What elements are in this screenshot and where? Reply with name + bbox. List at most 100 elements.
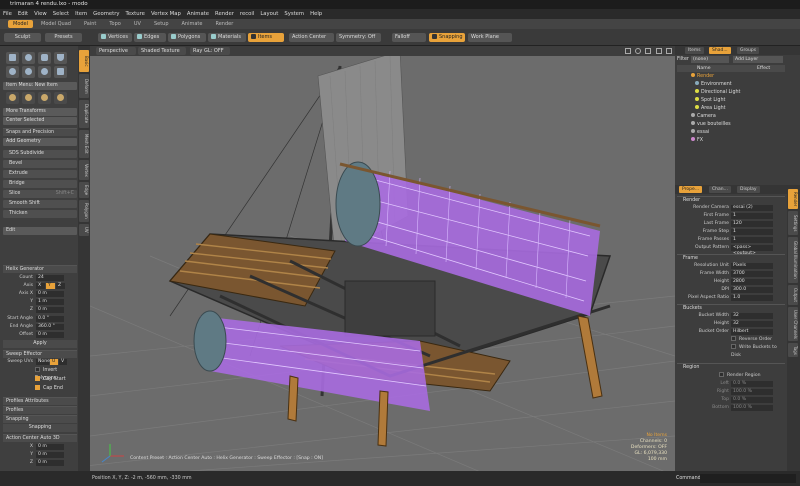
tab-render[interactable]: Render <box>210 20 238 28</box>
add-geometry-dropdown[interactable]: Add Geometry <box>3 138 77 146</box>
tree-vue-bouteilles[interactable]: vue bouteilles <box>677 121 785 128</box>
viewport-settings-icon[interactable] <box>666 48 672 54</box>
rotate-tool[interactable] <box>22 92 35 104</box>
axis-x-button[interactable]: X <box>36 283 45 289</box>
tab-properties[interactable]: Prope... <box>679 186 703 193</box>
edges-button[interactable]: Edges <box>134 33 166 42</box>
frame-step-input[interactable]: 1 <box>731 229 773 235</box>
falloff-dropdown[interactable]: Falloff <box>392 33 426 42</box>
menu-view[interactable]: View <box>34 11 47 17</box>
move-tool[interactable] <box>6 92 19 104</box>
frame-height-input[interactable]: 2800 <box>731 279 773 285</box>
buckets-section[interactable]: Buckets <box>677 304 785 312</box>
write-buckets-checkbox[interactable]: Write Buckets to Disk <box>677 344 787 358</box>
resolution-unit-dropdown[interactable]: Pixels <box>731 263 773 269</box>
ray-gl-dropdown[interactable]: Ray GL: OFF <box>190 47 230 55</box>
last-frame-input[interactable]: 120 <box>731 221 773 227</box>
ellipsoid-tool[interactable] <box>38 66 51 78</box>
output-pattern-input[interactable]: <pass> <output> <box>731 245 773 256</box>
sweep-uvs-v[interactable]: V <box>59 359 67 365</box>
presets-button[interactable]: Presets <box>45 33 82 42</box>
vtab-render[interactable]: Render <box>788 189 798 209</box>
ac-x-input[interactable]: 0 m <box>36 444 64 450</box>
vtab-mesh-edit[interactable]: Mesh Edit <box>79 130 89 158</box>
tree-spot-light[interactable]: Spot Light <box>677 97 785 104</box>
vtab-uv[interactable]: UV <box>79 224 89 236</box>
add-layer-dropdown[interactable]: Add Layer <box>733 56 783 63</box>
viewport-rotate-icon[interactable] <box>645 48 651 54</box>
region-top-input[interactable]: 0.0 % <box>731 397 773 403</box>
center-selected-dropdown[interactable]: Center Selected <box>3 117 77 125</box>
axis-z-input[interactable]: 0 m <box>36 307 64 313</box>
sds-subdivide-button[interactable]: SDS Subdivide <box>3 150 77 158</box>
capsule-tool[interactable] <box>22 66 35 78</box>
viewport-fit-icon[interactable] <box>635 48 641 54</box>
symmetry-dropdown[interactable]: Symmetry: Off <box>336 33 381 42</box>
dpi-input[interactable]: 300.0 <box>731 287 773 293</box>
torus-tool[interactable] <box>6 66 19 78</box>
vtab-user-channels[interactable]: User Channels <box>788 307 798 341</box>
tab-channels[interactable]: Chan... <box>709 186 731 193</box>
snapping-toggle[interactable]: Snapping <box>429 33 465 42</box>
menu-animate[interactable]: Animate <box>187 11 209 17</box>
tab-model-quad[interactable]: Model Quad <box>36 20 76 28</box>
menu-recoil[interactable]: recoil <box>240 11 254 17</box>
reverse-order-checkbox[interactable]: Reverse Order <box>677 336 787 344</box>
cone-tool[interactable] <box>54 52 67 64</box>
ac-z-input[interactable]: 0 m <box>36 460 64 466</box>
smooth-shift-button[interactable]: Smooth Shift <box>3 200 77 208</box>
transform-tool[interactable] <box>54 92 67 104</box>
wedge-tool[interactable] <box>54 66 67 78</box>
snapping-panel-button[interactable]: Snapping <box>3 424 77 432</box>
sculpt-button[interactable]: Sculpt <box>4 33 41 42</box>
invert-polygons-checkbox[interactable]: Invert Polygons <box>3 367 77 381</box>
menu-geometry[interactable]: Geometry <box>93 11 119 17</box>
bucket-order-dropdown[interactable]: Hilbert <box>731 329 773 335</box>
apply-button[interactable]: Apply <box>3 340 77 348</box>
offset-input[interactable]: 0 m <box>36 332 64 338</box>
menu-file[interactable]: File <box>3 11 12 17</box>
tree-environment[interactable]: Environment <box>677 81 785 88</box>
3d-viewport[interactable]: No Items Channels: 0 Deformers: OFF GL: … <box>90 56 675 471</box>
vtab-deform[interactable]: Deform <box>79 74 89 98</box>
menu-texture[interactable]: Texture <box>126 11 145 17</box>
start-angle-input[interactable]: 0.0 ° <box>36 316 64 322</box>
work-plane-dropdown[interactable]: Work Plane <box>468 33 512 42</box>
tab-paint[interactable]: Paint <box>79 20 101 28</box>
tab-uv[interactable]: UV <box>129 20 146 28</box>
profiles-attributes-header[interactable]: Profiles Attributes <box>3 397 77 405</box>
tree-camera[interactable]: Camera <box>677 113 785 120</box>
tab-topo[interactable]: Topo <box>104 20 126 28</box>
sweep-uvs-none[interactable]: None <box>36 359 50 365</box>
vtab-basic[interactable]: Basic <box>79 50 89 72</box>
tree-fx[interactable]: FX <box>677 137 785 144</box>
axis-z-button[interactable]: Z <box>56 283 65 289</box>
axis-x-input[interactable]: 0 m <box>36 291 64 297</box>
vtab-duplicate[interactable]: Duplicate <box>79 100 89 128</box>
action-center-header[interactable]: Action Center Auto 3D <box>3 434 77 442</box>
perspective-dropdown[interactable]: Perspective <box>96 47 136 55</box>
render-section[interactable]: Render <box>677 196 785 204</box>
frame-section[interactable]: Frame <box>677 254 785 262</box>
region-section[interactable]: Region <box>677 363 785 371</box>
frame-width-input[interactable]: 3700 <box>731 271 773 277</box>
bridge-button[interactable]: Bridge <box>3 180 77 188</box>
profiles-header[interactable]: Profiles <box>3 406 77 414</box>
viewport-zoom-icon[interactable] <box>656 48 662 54</box>
viewport-maximize-icon[interactable] <box>625 48 631 54</box>
vtab-vertex[interactable]: Vertex <box>79 160 89 180</box>
materials-button[interactable]: Materials <box>208 33 246 42</box>
snaps-precision-header[interactable]: Snaps and Precision <box>3 128 77 136</box>
sphere-tool[interactable] <box>22 52 35 64</box>
menu-vertex-map[interactable]: Vertex Map <box>151 11 181 17</box>
shading-dropdown[interactable]: Shaded Texture <box>138 47 186 55</box>
axis-y-input[interactable]: 1 m <box>36 299 64 305</box>
bucket-height-input[interactable]: 32 <box>731 321 773 327</box>
menu-edit[interactable]: Edit <box>18 11 28 17</box>
item-menu-dropdown[interactable]: Item Menu: New Item <box>3 82 77 90</box>
vertices-button[interactable]: Vertices <box>98 33 132 42</box>
sweep-effector-header[interactable]: Sweep Effector <box>3 350 77 358</box>
menu-layout[interactable]: Layout <box>260 11 278 17</box>
tab-display[interactable]: Display <box>737 186 760 193</box>
ac-y-input[interactable]: 0 m <box>36 452 64 458</box>
